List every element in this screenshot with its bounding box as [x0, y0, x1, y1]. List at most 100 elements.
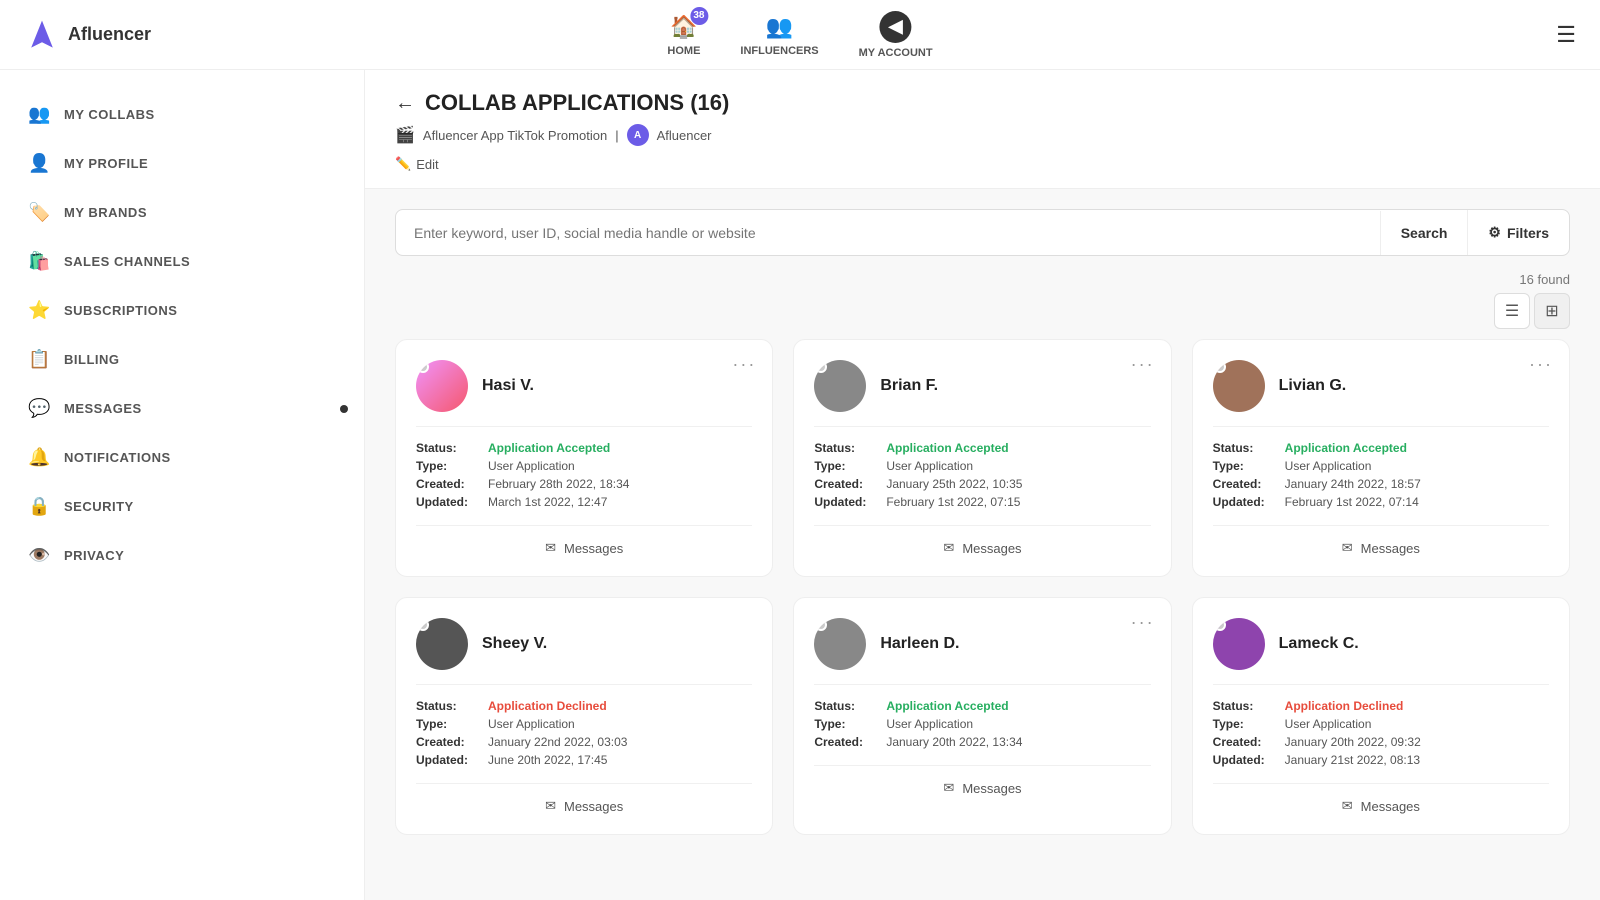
- sidebar-item-messages[interactable]: 💬 MESSAGES: [0, 384, 364, 433]
- card-2-menu[interactable]: ···: [1131, 354, 1155, 375]
- card-3-messages-icon: ✉: [1342, 540, 1353, 556]
- edit-link[interactable]: ✏️ Edit: [395, 156, 1570, 172]
- privacy-icon: 👁️: [28, 545, 50, 566]
- nav-my-account[interactable]: ◀ MY ACCOUNT: [859, 11, 933, 59]
- sidebar-label-subscriptions: SUBSCRIPTIONS: [64, 303, 177, 318]
- card-2-messages[interactable]: ✉ Messages: [814, 525, 1150, 556]
- card-2-user: Brian F.: [814, 360, 1150, 427]
- card-1-status-indicator: [417, 361, 429, 373]
- sidebar-label-security: SECURITY: [64, 499, 134, 514]
- nav-influencers[interactable]: 👥 INFLUENCERS: [740, 13, 818, 57]
- back-arrow-button[interactable]: ←: [395, 92, 415, 115]
- card-6-type-row: Type: User Application: [1213, 717, 1549, 731]
- hamburger-menu[interactable]: ☰: [1556, 22, 1576, 48]
- sidebar-item-sales-channels[interactable]: 🛍️ SALES CHANNELS: [0, 237, 364, 286]
- collab-meta: 🎬 Afluencer App TikTok Promotion | A Afl…: [395, 124, 1570, 146]
- my-account-label: MY ACCOUNT: [859, 47, 933, 59]
- sidebar-item-my-brands[interactable]: 🏷️ MY BRANDS: [0, 188, 364, 237]
- sidebar-item-my-collabs[interactable]: 👥 MY COLLABS: [0, 90, 364, 139]
- card-5-messages-icon: ✉: [943, 780, 954, 796]
- card-3-status-indicator: [1214, 361, 1226, 373]
- card-2-avatar: [814, 360, 866, 412]
- search-bar: Search ⚙ Filters: [395, 209, 1570, 256]
- card-5-type-value: User Application: [886, 717, 973, 731]
- card-6-fields: Status: Application Declined Type: User …: [1213, 699, 1549, 767]
- card-6-created-row: Created: January 20th 2022, 09:32: [1213, 735, 1549, 749]
- card-6: Lameck C. Status: Application Declined T…: [1192, 597, 1570, 835]
- influencers-label: INFLUENCERS: [740, 45, 818, 57]
- card-3-created-label: Created:: [1213, 477, 1277, 491]
- card-4-user: Sheey V.: [416, 618, 752, 685]
- logo[interactable]: Afluencer: [24, 17, 151, 53]
- page-title: COLLAB APPLICATIONS (16): [425, 90, 729, 116]
- card-4-messages[interactable]: ✉ Messages: [416, 783, 752, 814]
- logo-text: Afluencer: [68, 24, 151, 45]
- card-6-type-value: User Application: [1285, 717, 1372, 731]
- card-3-created-row: Created: January 24th 2022, 18:57: [1213, 477, 1549, 491]
- collab-video-icon: 🎬: [395, 125, 415, 145]
- card-4-status-value: Application Declined: [488, 699, 607, 713]
- card-5-user: Harleen D.: [814, 618, 1150, 685]
- my-account-icon: ◀: [880, 11, 912, 43]
- card-6-user: Lameck C.: [1213, 618, 1549, 685]
- card-6-name: Lameck C.: [1279, 635, 1359, 653]
- sidebar-item-subscriptions[interactable]: ⭐ SUBSCRIPTIONS: [0, 286, 364, 335]
- card-2-fields: Status: Application Accepted Type: User …: [814, 441, 1150, 509]
- card-2-messages-label: Messages: [962, 541, 1021, 556]
- list-view-icon: ☰: [1505, 301, 1519, 321]
- card-6-updated-row: Updated: January 21st 2022, 08:13: [1213, 753, 1549, 767]
- card-6-messages[interactable]: ✉ Messages: [1213, 783, 1549, 814]
- card-2-type-row: Type: User Application: [814, 459, 1150, 473]
- card-2-status-indicator: [815, 361, 827, 373]
- card-6-created-value: January 20th 2022, 09:32: [1285, 735, 1421, 749]
- my-profile-icon: 👤: [28, 153, 50, 174]
- card-5-name: Harleen D.: [880, 635, 959, 653]
- sidebar-label-privacy: PRIVACY: [64, 548, 124, 563]
- card-4-name: Sheey V.: [482, 635, 547, 653]
- sidebar-item-security[interactable]: 🔒 SECURITY: [0, 482, 364, 531]
- search-input[interactable]: [396, 211, 1380, 255]
- search-button[interactable]: Search: [1380, 211, 1468, 255]
- card-2-name: Brian F.: [880, 377, 938, 395]
- filters-icon: ⚙: [1488, 224, 1501, 241]
- card-4-messages-icon: ✉: [545, 798, 556, 814]
- card-4-status-row: Status: Application Declined: [416, 699, 752, 713]
- card-4-status-indicator: [417, 619, 429, 631]
- sidebar-item-privacy[interactable]: 👁️ PRIVACY: [0, 531, 364, 580]
- card-2: ··· Brian F. Status: Application Accepte…: [793, 339, 1171, 577]
- content-header: ← COLLAB APPLICATIONS (16) 🎬 Afluencer A…: [365, 70, 1600, 189]
- nav-home[interactable]: 38 🏠 HOME: [667, 13, 700, 57]
- sidebar-label-messages: MESSAGES: [64, 401, 142, 416]
- card-6-status-label: Status:: [1213, 699, 1277, 713]
- card-4-status-label: Status:: [416, 699, 480, 713]
- card-6-status-indicator: [1214, 619, 1226, 631]
- filters-button[interactable]: ⚙ Filters: [1467, 210, 1569, 255]
- card-1-messages[interactable]: ✉ Messages: [416, 525, 752, 556]
- list-view-button[interactable]: ☰: [1494, 293, 1530, 329]
- card-5-menu[interactable]: ···: [1131, 612, 1155, 633]
- card-3-messages[interactable]: ✉ Messages: [1213, 525, 1549, 556]
- card-5-messages-label: Messages: [962, 781, 1021, 796]
- card-5-avatar: [814, 618, 866, 670]
- card-4: Sheey V. Status: Application Declined Ty…: [395, 597, 773, 835]
- sales-channels-icon: 🛍️: [28, 251, 50, 272]
- sidebar-item-my-profile[interactable]: 👤 MY PROFILE: [0, 139, 364, 188]
- sidebar-label-my-collabs: MY COLLABS: [64, 107, 155, 122]
- sidebar-item-notifications[interactable]: 🔔 NOTIFICATIONS: [0, 433, 364, 482]
- card-6-created-label: Created:: [1213, 735, 1277, 749]
- home-label: HOME: [667, 45, 700, 57]
- card-3-menu[interactable]: ···: [1529, 354, 1553, 375]
- card-3-updated-row: Updated: February 1st 2022, 07:14: [1213, 495, 1549, 509]
- card-3-status-value: Application Accepted: [1285, 441, 1407, 455]
- top-nav: Afluencer 38 🏠 HOME 👥 INFLUENCERS ◀ MY A…: [0, 0, 1600, 70]
- main-layout: 👥 MY COLLABS 👤 MY PROFILE 🏷️ MY BRANDS 🛍…: [0, 70, 1600, 900]
- card-1-menu[interactable]: ···: [732, 354, 756, 375]
- card-1-created-row: Created: February 28th 2022, 18:34: [416, 477, 752, 491]
- card-4-created-row: Created: January 22nd 2022, 03:03: [416, 735, 752, 749]
- messages-notification-dot: [340, 405, 348, 413]
- card-5-messages[interactable]: ✉ Messages: [814, 765, 1150, 796]
- home-badge: 38: [690, 7, 708, 25]
- sidebar-item-billing[interactable]: 📋 BILLING: [0, 335, 364, 384]
- card-5-status-value: Application Accepted: [886, 699, 1008, 713]
- grid-view-button[interactable]: ⊞: [1534, 293, 1570, 329]
